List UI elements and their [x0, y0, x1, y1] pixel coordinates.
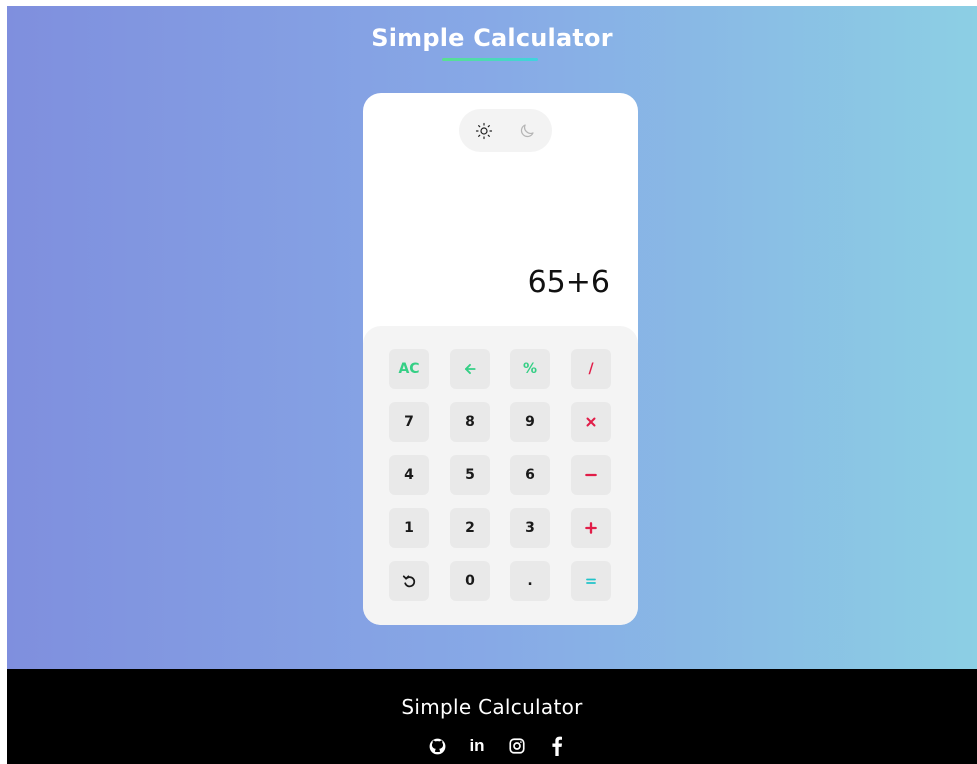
dark-theme-button[interactable]: [504, 109, 550, 152]
add-button[interactable]: [571, 508, 611, 548]
clear-button[interactable]: AC: [389, 349, 429, 389]
digit-7-label: 7: [404, 414, 414, 430]
clear-button-label: AC: [398, 361, 420, 377]
sun-icon: [475, 122, 493, 139]
facebook-link[interactable]: [546, 735, 568, 757]
app-frame: Simple Calculator 65+6 AC % / 7 8 9 4 5 …: [7, 6, 977, 764]
digit-8-button[interactable]: 8: [450, 402, 490, 442]
multiply-button[interactable]: [571, 402, 611, 442]
light-theme-button[interactable]: [461, 109, 507, 152]
page-title: Simple Calculator: [371, 24, 613, 52]
digit-0-label: 0: [465, 573, 475, 589]
moon-icon: [520, 123, 534, 137]
digit-3-button[interactable]: 3: [510, 508, 550, 548]
undo-button[interactable]: [389, 561, 429, 601]
footer-title: Simple Calculator: [401, 695, 583, 719]
digit-7-button[interactable]: 7: [389, 402, 429, 442]
subtract-button[interactable]: [571, 455, 611, 495]
decimal-label: .: [527, 573, 533, 589]
digit-4-button[interactable]: 4: [389, 455, 429, 495]
plus-icon: [585, 522, 597, 534]
footer: Simple Calculator in: [7, 669, 977, 764]
digit-6-button[interactable]: 6: [510, 455, 550, 495]
digit-9-label: 9: [525, 414, 535, 430]
arrow-left-icon: [464, 363, 476, 375]
title-underline: [442, 58, 538, 61]
digit-0-button[interactable]: 0: [450, 561, 490, 601]
digit-9-button[interactable]: 9: [510, 402, 550, 442]
digit-5-button[interactable]: 5: [450, 455, 490, 495]
social-links: in: [426, 734, 568, 758]
calculator-card: 65+6 AC % / 7 8 9 4 5 6 1 2 3 0 .: [363, 93, 638, 625]
github-link[interactable]: [426, 735, 448, 757]
decimal-button[interactable]: .: [510, 561, 550, 601]
digit-3-label: 3: [525, 520, 535, 536]
digit-4-label: 4: [404, 467, 414, 483]
linkedin-link[interactable]: in: [466, 735, 488, 757]
percent-button[interactable]: %: [510, 349, 550, 389]
divide-button-label: /: [588, 361, 594, 377]
digit-1-button[interactable]: 1: [389, 508, 429, 548]
backspace-button[interactable]: [450, 349, 490, 389]
instagram-icon: [509, 738, 525, 754]
keypad: AC % / 7 8 9 4 5 6 1 2 3 0 .: [363, 326, 638, 625]
calculator-display: 65+6: [527, 265, 610, 300]
digit-8-label: 8: [465, 414, 475, 430]
theme-toggle: [459, 109, 552, 152]
facebook-icon: [552, 736, 562, 756]
digit-5-label: 5: [465, 467, 475, 483]
divide-button[interactable]: /: [571, 349, 611, 389]
hero-background: Simple Calculator 65+6 AC % / 7 8 9 4 5 …: [7, 6, 977, 669]
digit-2-button[interactable]: 2: [450, 508, 490, 548]
percent-button-label: %: [522, 361, 538, 377]
instagram-link[interactable]: [506, 735, 528, 757]
linkedin-icon: in: [469, 736, 485, 755]
digit-6-label: 6: [525, 467, 535, 483]
digit-2-label: 2: [465, 520, 475, 536]
equals-button[interactable]: [571, 561, 611, 601]
github-icon: [429, 738, 445, 754]
undo-icon: [402, 575, 416, 588]
digit-1-label: 1: [404, 520, 414, 536]
multiply-icon: [586, 417, 596, 427]
equals-icon: [586, 578, 596, 584]
minus-icon: [585, 473, 597, 477]
